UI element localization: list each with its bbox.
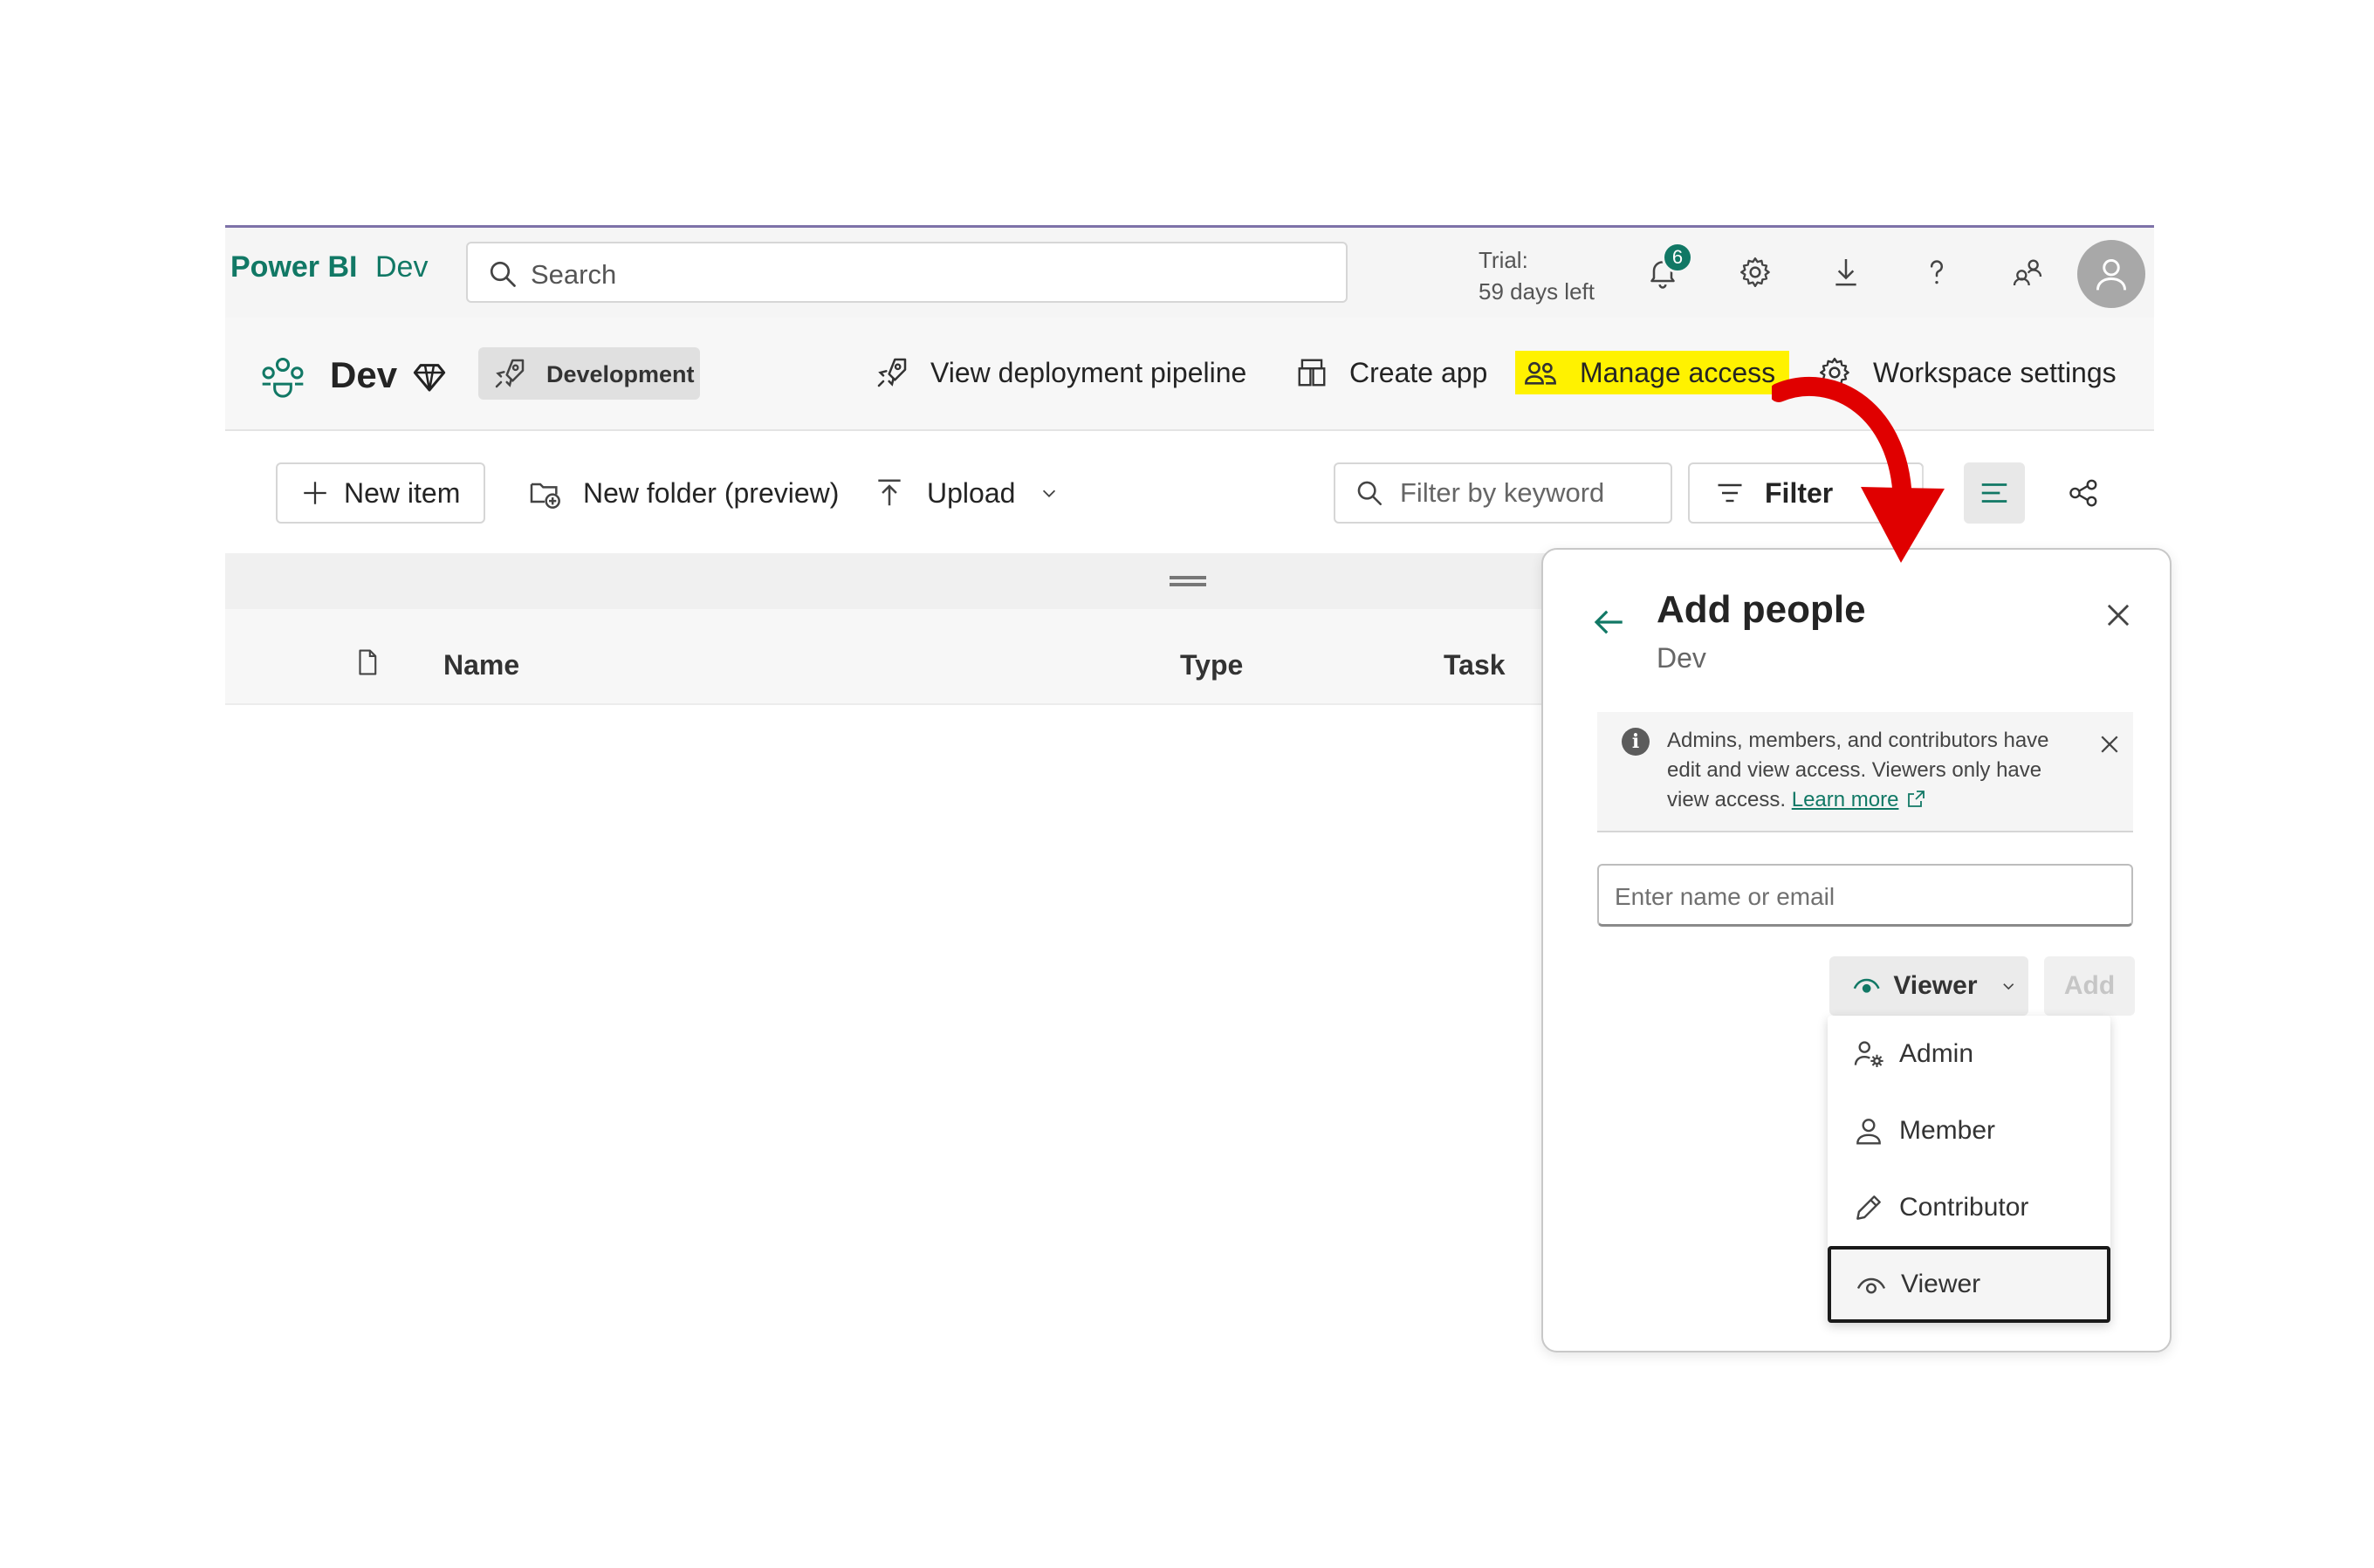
list-view-icon xyxy=(1981,483,2007,503)
help-icon xyxy=(1930,260,1944,284)
admin-icon xyxy=(1854,1041,1883,1068)
search-placeholder: Search xyxy=(531,259,617,290)
list-view-button[interactable] xyxy=(1964,462,2025,524)
rocket-icon xyxy=(877,358,907,387)
workspace-breadcrumb[interactable]: Dev xyxy=(375,250,428,284)
search-icon xyxy=(490,261,516,287)
create-app-button[interactable]: Create app xyxy=(1295,351,1487,394)
role-dropdown[interactable]: Viewer xyxy=(1829,956,2028,1016)
search-box[interactable]: Search xyxy=(466,242,1348,303)
filter-keyword-input[interactable]: Filter by keyword xyxy=(1334,462,1672,524)
screenshot-stage: Power BI Dev Search Trial: 59 days left … xyxy=(0,0,2374,1568)
plus-icon xyxy=(304,482,326,504)
add-people-panel: Add people Dev i Admins, members, and co… xyxy=(1541,548,2172,1352)
info-message: Admins, members, and contributors have e… xyxy=(1667,726,2069,815)
workspace-icon xyxy=(262,357,304,398)
new-item-button[interactable]: New item xyxy=(276,462,485,524)
download-button[interactable] xyxy=(1824,250,1868,294)
chevron-down-icon xyxy=(1043,490,1056,497)
upload-button[interactable]: Upload xyxy=(873,462,1059,524)
role-dropdown-label: Viewer xyxy=(1893,971,1978,1000)
column-type[interactable]: Type xyxy=(1180,649,1243,681)
name-or-email-placeholder: Enter name or email xyxy=(1615,883,1835,910)
role-option-label: Contributor xyxy=(1899,1193,2029,1222)
view-deployment-pipeline-button[interactable]: View deployment pipeline xyxy=(875,351,1246,394)
stage-label: Development xyxy=(546,361,695,387)
premium-diamond-icon xyxy=(413,364,446,392)
pencil-icon xyxy=(1856,1195,1881,1220)
back-arrow-icon[interactable] xyxy=(1590,604,1627,640)
info-icon: i xyxy=(1622,728,1650,756)
filter-icon xyxy=(1718,483,1742,503)
external-link-icon xyxy=(1908,791,1925,807)
eye-icon xyxy=(1853,978,1880,993)
role-option-label: Viewer xyxy=(1901,1270,1981,1298)
search-icon xyxy=(1357,481,1383,506)
new-folder-button[interactable]: New folder (preview) xyxy=(527,462,839,524)
role-option-label: Admin xyxy=(1899,1039,1974,1068)
manage-access-label: Manage access xyxy=(1580,356,1776,388)
help-button[interactable] xyxy=(1915,250,1959,294)
avatar-icon xyxy=(2096,258,2127,291)
panel-title: Add people xyxy=(1657,588,1866,631)
upload-icon xyxy=(878,479,901,506)
role-option-viewer[interactable]: Viewer xyxy=(1828,1246,2110,1323)
info-message-bar: i Admins, members, and contributors have… xyxy=(1597,712,2133,832)
column-task[interactable]: Task xyxy=(1444,649,1506,681)
drag-handle-icon[interactable] xyxy=(1170,576,1206,586)
name-or-email-input[interactable]: Enter name or email xyxy=(1597,864,2133,927)
eye-icon xyxy=(1856,1277,1886,1294)
notification-count-badge: 6 xyxy=(1662,242,1693,273)
upload-label: Upload xyxy=(927,476,1016,509)
lineage-icon xyxy=(2069,479,2097,507)
member-icon xyxy=(1856,1119,1881,1145)
rocket-icon xyxy=(495,359,525,388)
role-option-contributor[interactable]: Contributor xyxy=(1828,1169,2110,1246)
role-option-label: Member xyxy=(1899,1116,1996,1145)
people-icon xyxy=(1525,361,1556,385)
file-icon xyxy=(359,649,377,675)
filter-keyword-placeholder: Filter by keyword xyxy=(1400,477,1605,508)
column-name[interactable]: Name xyxy=(443,649,519,681)
new-item-label: New item xyxy=(344,476,461,509)
close-icon[interactable] xyxy=(2096,731,2123,757)
annotation-arrow xyxy=(1772,376,1945,563)
gear-icon xyxy=(1740,257,1770,287)
account-avatar[interactable] xyxy=(2077,240,2145,308)
role-option-admin[interactable]: Admin xyxy=(1828,1016,2110,1092)
lineage-view-button[interactable] xyxy=(2053,462,2114,524)
share-icon xyxy=(2013,259,2042,286)
download-icon xyxy=(1835,259,1856,286)
folder-add-icon xyxy=(530,483,560,509)
top-bar: Power BI Dev Search Trial: 59 days left … xyxy=(225,225,2154,318)
close-icon[interactable] xyxy=(2102,599,2135,632)
add-button[interactable]: Add xyxy=(2044,956,2135,1016)
pipeline-label: View deployment pipeline xyxy=(930,356,1247,388)
share-feedback-button[interactable] xyxy=(2006,250,2049,294)
panel-subtitle: Dev xyxy=(1657,642,1706,674)
role-menu: Admin Member Contributor Viewer xyxy=(1828,1016,2110,1323)
trial-days-left[interactable]: 59 days left xyxy=(1479,278,1595,305)
trial-label: Trial: xyxy=(1479,247,1528,273)
role-option-member[interactable]: Member xyxy=(1828,1092,2110,1169)
deployment-stage-badge[interactable]: Development xyxy=(478,347,700,400)
brand-name[interactable]: Power BI xyxy=(230,250,357,284)
learn-more-link[interactable]: Learn more xyxy=(1792,788,1927,811)
settings-button[interactable] xyxy=(1733,250,1777,294)
new-folder-label: New folder (preview) xyxy=(583,476,840,509)
app-icon xyxy=(1298,359,1326,387)
workspace-title: Dev xyxy=(330,354,398,395)
manage-access-button[interactable]: Manage access xyxy=(1515,351,1790,394)
create-app-label: Create app xyxy=(1349,356,1488,388)
learn-more-label: Learn more xyxy=(1791,788,1899,811)
chevron-down-icon xyxy=(2002,983,2014,990)
